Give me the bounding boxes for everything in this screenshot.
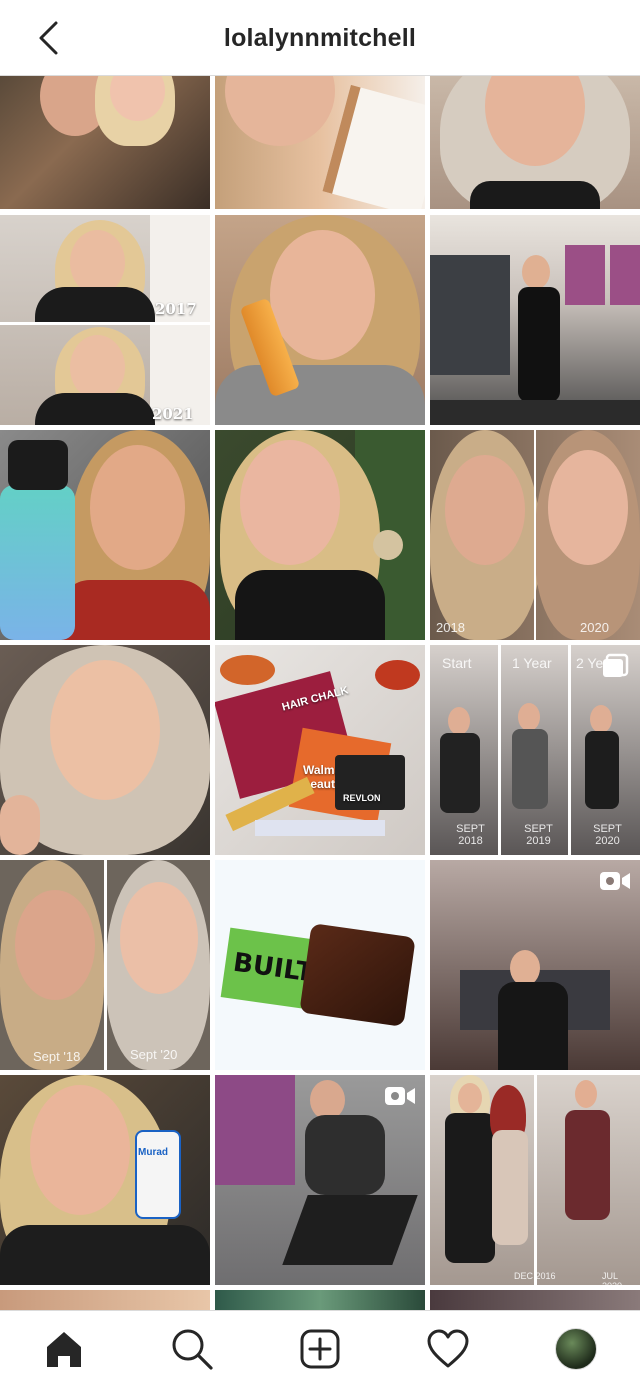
post-tile[interactable] bbox=[215, 1290, 425, 1310]
post-tile[interactable]: 2018 2020 bbox=[430, 430, 640, 640]
new-post-icon bbox=[300, 1329, 340, 1369]
video-camera-icon bbox=[385, 1087, 415, 1105]
post-tile[interactable]: BUILT bbox=[215, 860, 425, 1070]
caption-text: 2018 bbox=[436, 620, 465, 635]
caption-text: DEC 2016 bbox=[514, 1271, 556, 1281]
posts-grid: 2017 2021 2018 2020 HAIR CHALK Walmart b… bbox=[0, 76, 640, 1310]
post-tile[interactable] bbox=[430, 215, 640, 425]
caption-text: SEPT 2019 bbox=[524, 823, 553, 847]
post-tile[interactable] bbox=[0, 645, 210, 855]
video-camera-icon bbox=[600, 872, 630, 890]
bottom-navigation bbox=[0, 1310, 640, 1386]
search-icon bbox=[172, 1329, 213, 1370]
nav-profile-button[interactable] bbox=[552, 1325, 600, 1373]
post-tile[interactable] bbox=[430, 1290, 640, 1310]
caption-text: REVLON bbox=[343, 793, 381, 803]
post-tile[interactable]: Sept '18 Sept '20 bbox=[0, 860, 210, 1070]
profile-avatar bbox=[555, 1328, 597, 1370]
post-tile[interactable] bbox=[215, 215, 425, 425]
post-tile[interactable]: 2017 2021 bbox=[0, 215, 210, 425]
caption-text: 2017 bbox=[155, 300, 197, 318]
caption-text: 2021 bbox=[152, 405, 194, 423]
nav-home-button[interactable] bbox=[40, 1325, 88, 1373]
caption-text: Murad bbox=[138, 1147, 168, 1158]
caption-text: Sept '20 bbox=[130, 1047, 178, 1062]
caption-text: SEPT 2018 bbox=[456, 823, 485, 847]
post-tile[interactable]: Murad bbox=[0, 1075, 210, 1285]
multiple-posts-icon bbox=[603, 653, 629, 677]
post-tile[interactable] bbox=[215, 76, 425, 209]
post-tile[interactable]: HAIR CHALK Walmart beauty REVLON bbox=[215, 645, 425, 855]
caption-text: 1 Year bbox=[512, 655, 552, 671]
nav-new-post-button[interactable] bbox=[296, 1325, 344, 1373]
home-icon bbox=[47, 1332, 81, 1367]
post-tile[interactable] bbox=[430, 860, 640, 1070]
post-tile[interactable]: DEC 2016 JUL 2020 bbox=[430, 1075, 640, 1285]
nav-search-button[interactable] bbox=[168, 1325, 216, 1373]
profile-header: lolalynnmitchell bbox=[0, 0, 640, 76]
post-tile[interactable]: Start 1 Year 2 Years SEPT 2018 SEPT 2019… bbox=[430, 645, 640, 855]
caption-text: Start bbox=[442, 655, 472, 671]
caption-text: JUL 2020 bbox=[602, 1271, 622, 1285]
caption-text: 2020 bbox=[580, 620, 609, 635]
post-tile[interactable] bbox=[215, 430, 425, 640]
caption-text: Sept '18 bbox=[33, 1049, 81, 1064]
caption-text: SEPT 2020 bbox=[593, 823, 622, 847]
post-tile[interactable] bbox=[0, 76, 210, 209]
post-tile[interactable] bbox=[215, 1075, 425, 1285]
post-tile[interactable] bbox=[430, 76, 640, 209]
post-tile[interactable] bbox=[0, 430, 210, 640]
post-tile[interactable] bbox=[0, 1290, 210, 1310]
profile-username: lolalynnmitchell bbox=[223, 23, 417, 52]
activity-heart-icon bbox=[427, 1329, 469, 1368]
nav-activity-button[interactable] bbox=[424, 1325, 472, 1373]
